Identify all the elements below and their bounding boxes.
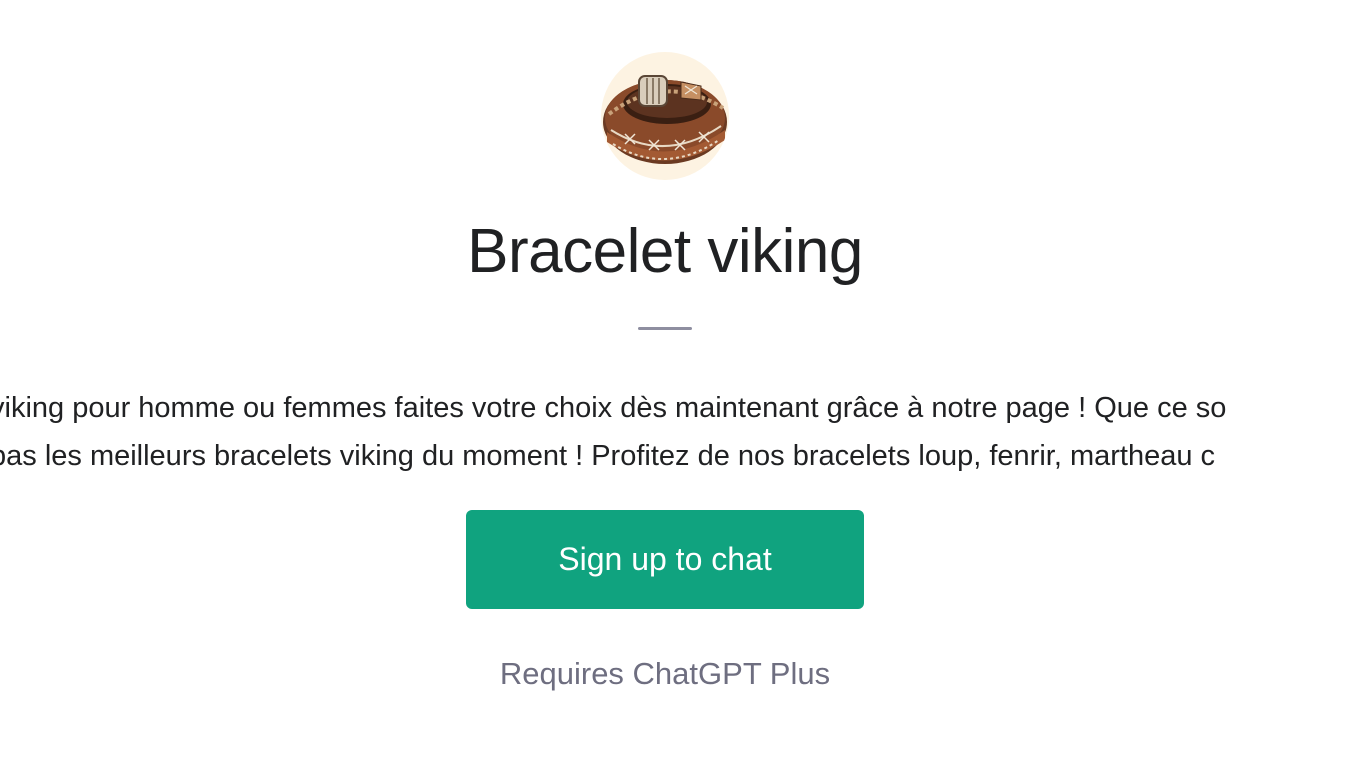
gpt-landing-page: Bracelet viking viking pour homme ou fem… [0, 0, 1360, 764]
page-title: Bracelet viking [467, 217, 863, 286]
viking-bracelet-icon [603, 75, 727, 164]
description-line-1: viking pour homme ou femmes faites votre… [0, 392, 1227, 424]
requires-plus-note: Requires ChatGPT Plus [499, 656, 831, 691]
description-line-2: pas les meilleurs bracelets viking du mo… [0, 440, 1216, 472]
sign-up-button[interactable]: Sign up to chat [466, 510, 864, 609]
avatar [601, 52, 729, 180]
divider [638, 327, 692, 330]
